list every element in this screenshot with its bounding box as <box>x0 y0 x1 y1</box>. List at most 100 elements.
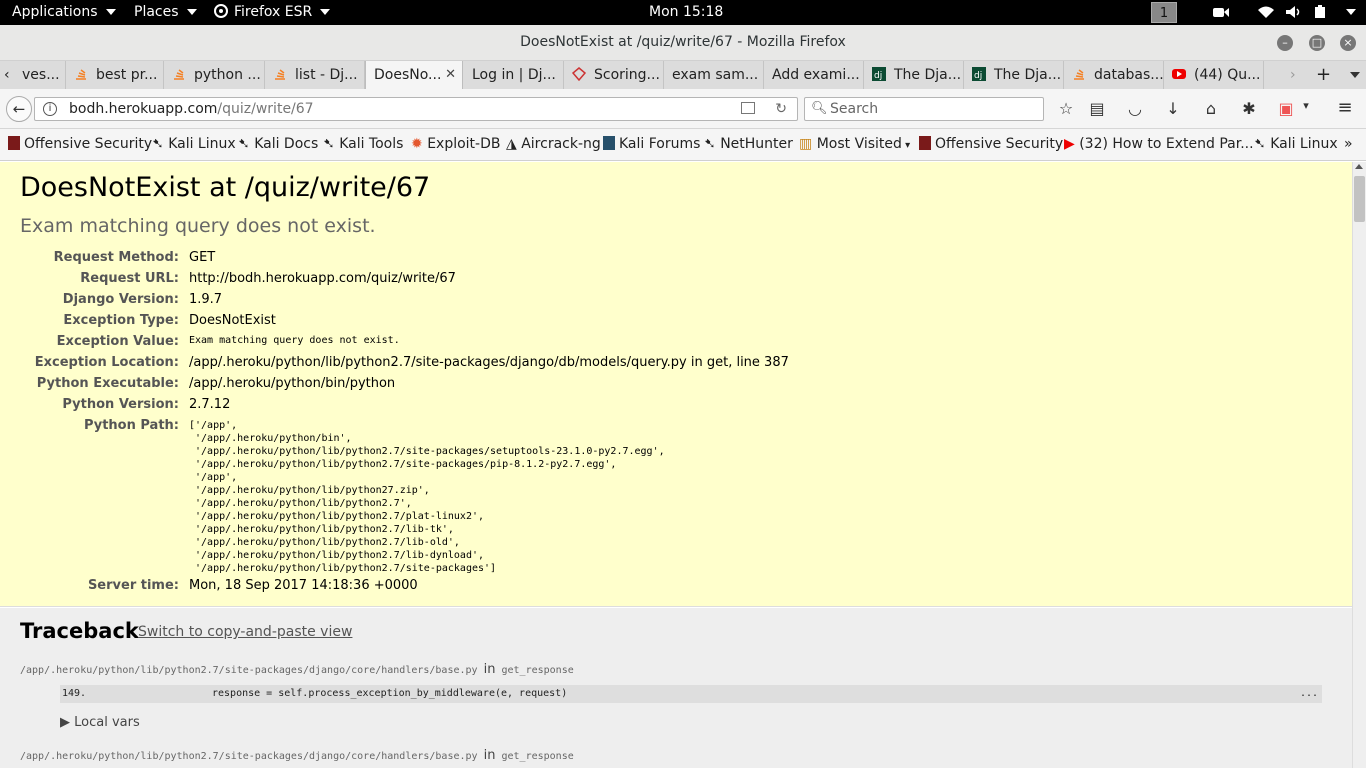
wifi-icon[interactable] <box>1257 5 1275 23</box>
search-input[interactable]: 🔍︎ Search <box>804 97 1044 121</box>
tab[interactable]: best pr... <box>66 61 164 89</box>
scroll-up-arrow-icon[interactable] <box>1355 164 1363 169</box>
maximize-button[interactable]: □ <box>1309 35 1325 51</box>
chevron-down-icon[interactable]: ▾ <box>1296 99 1316 112</box>
tab[interactable]: databas... <box>1064 61 1164 89</box>
stackoverflow-icon <box>275 69 285 80</box>
close-window-button[interactable]: × <box>1340 35 1356 51</box>
expand-context-dots[interactable]: ... <box>1300 685 1318 703</box>
bookmark-item[interactable]: Offensive Security <box>8 136 152 152</box>
url-host: bodh.herokuapp.com <box>69 101 218 117</box>
chevron-double-right-icon: » <box>1344 136 1353 152</box>
search-icon: 🔍︎ <box>811 101 828 116</box>
library-icon[interactable]: ▤ <box>1087 99 1107 118</box>
firefox-app-label: Firefox ESR <box>234 4 313 20</box>
bookmark-item[interactable]: Kali Forums <box>603 136 700 152</box>
tab[interactable]: dj The Dja... <box>864 61 964 89</box>
volume-icon[interactable] <box>1285 5 1303 23</box>
places-menu[interactable]: Places <box>134 4 197 20</box>
plus-icon: + <box>1316 64 1330 85</box>
reader-view-icon[interactable] <box>741 102 755 114</box>
stackoverflow-icon <box>1074 69 1084 80</box>
ruby-icon <box>572 67 586 81</box>
url-bar[interactable]: i bodh.herokuapp.com/quiz/write/67 ↻ <box>34 97 798 121</box>
tab-active[interactable]: DoesNo... ✕ <box>365 61 463 89</box>
bookmarks-overflow-button[interactable]: » <box>1344 136 1353 152</box>
back-button[interactable]: ← <box>6 96 32 122</box>
hamburger-menu-icon[interactable]: ≡ <box>1335 97 1355 118</box>
all-tabs-button[interactable] <box>1340 61 1360 89</box>
frame-file: /app/.heroku/python/lib/python2.7/site-p… <box>20 665 478 676</box>
meta-label: Python Path: <box>83 418 179 433</box>
copy-paste-view-link[interactable]: Switch to copy-and-paste view <box>138 624 352 640</box>
bookmark-item[interactable]: ➷ Kali Docs <box>238 136 318 152</box>
clock[interactable]: Mon 15:18 <box>649 4 723 20</box>
svg-text:dj: dj <box>874 71 882 81</box>
battery-icon[interactable] <box>1313 5 1329 23</box>
tabs-scroll-left[interactable]: ‹ <box>0 61 18 89</box>
bookmark-item[interactable]: ➷ Kali Linux <box>1254 136 1338 152</box>
tab-label: best pr... <box>96 67 158 83</box>
tab[interactable]: exam sam... <box>664 61 764 89</box>
meta-label: Exception Type: <box>63 313 179 328</box>
meta-value: 2.7.12 <box>189 397 231 412</box>
minimize-button[interactable]: – <box>1277 35 1293 51</box>
bookmark-item[interactable]: ➷ Kali Tools <box>323 136 403 152</box>
search-placeholder: Search <box>830 101 879 117</box>
system-menu[interactable] <box>1338 4 1356 20</box>
bookmark-item[interactable]: Offensive Security <box>919 136 1063 152</box>
extension-icon[interactable]: ✱ <box>1239 99 1259 118</box>
bookmark-label: NetHunter <box>720 136 793 152</box>
tab[interactable]: Log in | Dj... <box>464 61 564 89</box>
bookmark-item[interactable]: ▶ (32) How to Extend Par... <box>1064 136 1254 152</box>
offensive-security-icon <box>8 136 20 150</box>
bookmark-label: Kali Tools <box>339 136 404 152</box>
workspace-indicator[interactable]: 1 <box>1151 2 1177 23</box>
tab[interactable]: python ... <box>164 61 265 89</box>
close-tab-icon[interactable]: ✕ <box>445 61 456 89</box>
chevron-right-icon: › <box>1290 67 1296 83</box>
bookmark-folder-most-visited[interactable]: ▥ Most Visited ▾ <box>799 136 910 152</box>
error-title: DoesNotExist at /quiz/write/67 <box>20 172 431 203</box>
download-icon[interactable]: ↓ <box>1163 99 1183 118</box>
page-scrollbar[interactable] <box>1352 162 1366 768</box>
meta-value: Mon, 18 Sep 2017 14:18:36 +0000 <box>189 578 418 593</box>
pocket-icon[interactable]: ◡ <box>1125 99 1145 118</box>
offensive-security-icon <box>919 136 931 150</box>
frame-in-label: in <box>483 662 496 677</box>
scrollbar-thumb[interactable] <box>1354 176 1365 222</box>
bookmark-item[interactable]: ➷ Kali Linux <box>152 136 236 152</box>
close-icon: × <box>1343 36 1353 49</box>
error-summary: DoesNotExist at /quiz/write/67 Exam matc… <box>0 162 1352 607</box>
bookmark-star-icon[interactable]: ☆ <box>1056 99 1076 118</box>
line-number: 149. <box>62 688 87 699</box>
code-context-line[interactable]: 149. response = self.process_exception_b… <box>60 685 1322 703</box>
firefox-app-menu[interactable]: Firefox ESR <box>214 4 331 20</box>
bookmark-label: Kali Docs <box>254 136 319 152</box>
tab[interactable]: list - Dj... <box>265 61 365 89</box>
bookmark-item[interactable]: ✹ Exploit-DB <box>411 136 500 152</box>
local-vars-toggle[interactable]: ▶ Local vars <box>60 715 140 730</box>
applications-menu[interactable]: Applications <box>12 4 116 20</box>
home-icon[interactable]: ⌂ <box>1201 99 1221 118</box>
bookmark-item[interactable]: ➷ NetHunter <box>704 136 793 152</box>
navigation-toolbar: ← i bodh.herokuapp.com/quiz/write/67 ↻ 🔍… <box>0 89 1366 129</box>
reload-icon[interactable]: ↻ <box>775 98 787 120</box>
frame-file: /app/.heroku/python/lib/python2.7/site-p… <box>20 751 478 762</box>
meta-value: GET <box>189 250 216 265</box>
kali-dragon-icon: ➷ <box>238 136 255 152</box>
tab[interactable]: Scoring... <box>564 61 664 89</box>
tab-label: The Dja... <box>894 67 962 83</box>
new-tab-button[interactable]: + <box>1308 61 1330 89</box>
system-top-bar: Applications Places Firefox ESR Mon 15:1… <box>0 0 1366 25</box>
bookmark-label: Exploit-DB <box>427 136 501 152</box>
chevron-down-icon <box>320 9 331 15</box>
bookmark-item[interactable]: ◮ Aircrack-ng <box>506 136 601 152</box>
screenshot-icon[interactable]: ▣ <box>1276 99 1296 118</box>
info-icon[interactable]: i <box>43 102 57 116</box>
tab[interactable]: Add exami... <box>764 61 864 89</box>
tab[interactable]: dj The Dja... <box>964 61 1064 89</box>
tabs-scroll-right[interactable]: › <box>1282 61 1300 89</box>
tab[interactable]: ves... <box>18 61 66 89</box>
tab[interactable]: (44) Qu... <box>1164 61 1264 89</box>
